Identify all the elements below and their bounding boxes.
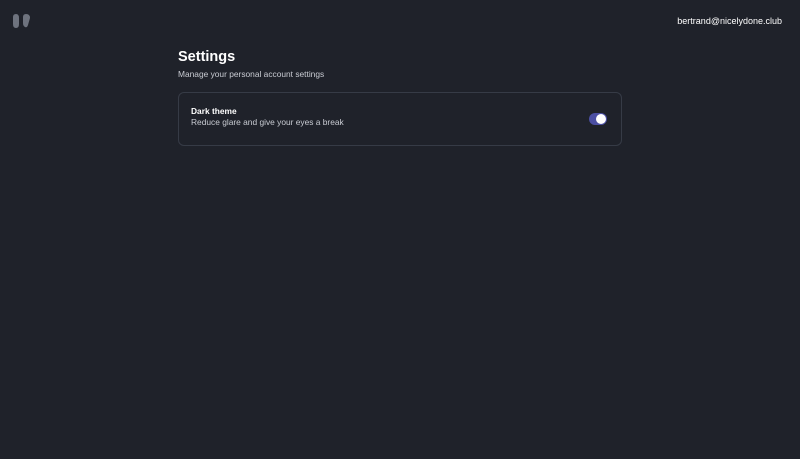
settings-content: Settings Manage your personal account se… (178, 48, 622, 146)
dark-theme-title: Dark theme (191, 106, 237, 116)
dark-theme-setting-card: Dark theme Reduce glare and give your ey… (178, 92, 622, 146)
dark-theme-toggle[interactable] (589, 113, 607, 125)
app-page: bertrand@nicelydone.club Settings Manage… (0, 0, 800, 459)
setting-text: Dark theme Reduce glare and give your ey… (191, 106, 344, 128)
user-account-email[interactable]: bertrand@nicelydone.club (677, 16, 782, 26)
dark-theme-description: Reduce glare and give your eyes a break (191, 117, 344, 127)
toggle-knob (596, 114, 606, 124)
page-subtitle: Manage your personal account settings (178, 69, 325, 79)
logo-icon[interactable] (12, 14, 32, 28)
page-title: Settings (178, 49, 236, 65)
